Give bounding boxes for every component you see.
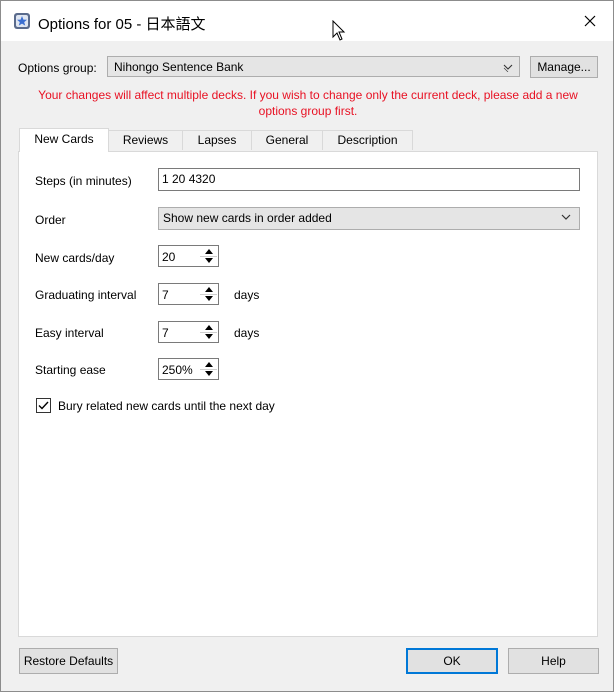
starting-ease-value: 250% (162, 363, 193, 377)
chevron-down-icon (503, 64, 513, 72)
options-group-select[interactable]: Nihongo Sentence Bank (107, 56, 520, 77)
starting-ease-label: Starting ease (35, 363, 106, 377)
close-button[interactable] (573, 7, 607, 35)
easy-interval-unit: days (234, 326, 260, 340)
options-dialog: Options for 05 - 日本語文 Options group: Nih… (0, 0, 614, 692)
new-cards-per-day-label: New cards/day (35, 251, 115, 265)
graduating-interval-unit: days (234, 288, 260, 302)
restore-defaults-button[interactable]: Restore Defaults (19, 648, 118, 674)
graduating-interval-value: 7 (162, 288, 169, 302)
tab-reviews[interactable]: Reviews (108, 130, 183, 150)
easy-interval-value: 7 (162, 326, 169, 340)
manage-button[interactable]: Manage... (530, 56, 598, 78)
order-label: Order (35, 213, 66, 227)
starting-ease-spinbox[interactable]: 250% (158, 358, 219, 380)
ok-button[interactable]: OK (406, 648, 498, 674)
mouse-cursor-icon (332, 20, 346, 41)
order-select[interactable]: Show new cards in order added (158, 207, 580, 230)
graduating-interval-spinbox[interactable]: 7 (158, 283, 219, 305)
anki-app-icon (14, 13, 30, 29)
graduating-interval-label: Graduating interval (35, 288, 137, 302)
window-title: Options for 05 - 日本語文 (38, 16, 206, 33)
chevron-down-icon (561, 214, 571, 220)
new-cards-per-day-value: 20 (162, 250, 176, 264)
arrow-down-icon (204, 258, 213, 263)
tab-general[interactable]: General (251, 130, 323, 150)
arrow-down-icon (204, 296, 213, 301)
new-cards-panel: Steps (in minutes) 1 20 4320 Order Show … (18, 151, 598, 637)
arrow-up-icon (204, 287, 213, 292)
options-group-value: Nihongo Sentence Bank (114, 60, 244, 74)
spin-down-button[interactable] (200, 256, 217, 265)
checkmark-icon (38, 401, 49, 410)
bury-related-checkbox[interactable] (36, 398, 51, 413)
steps-input[interactable]: 1 20 4320 (158, 168, 580, 191)
arrow-down-icon (204, 334, 213, 339)
arrow-down-icon (204, 371, 213, 376)
order-value: Show new cards in order added (163, 211, 332, 225)
arrow-up-icon (204, 362, 213, 367)
arrow-up-icon (204, 325, 213, 330)
spin-down-button[interactable] (200, 332, 217, 341)
spin-down-button[interactable] (200, 294, 217, 303)
tab-new-cards[interactable]: New Cards (19, 128, 109, 152)
new-cards-per-day-spinbox[interactable]: 20 (158, 245, 219, 267)
help-button[interactable]: Help (508, 648, 599, 674)
easy-interval-label: Easy interval (35, 326, 104, 340)
title-bar: Options for 05 - 日本語文 (1, 1, 613, 41)
bury-related-label: Bury related new cards until the next da… (58, 399, 275, 413)
spin-down-button[interactable] (200, 369, 217, 378)
arrow-up-icon (204, 249, 213, 254)
easy-interval-spinbox[interactable]: 7 (158, 321, 219, 343)
multiple-decks-warning: Your changes will affect multiple decks.… (38, 88, 578, 118)
options-group-label: Options group: (18, 61, 97, 75)
tab-description[interactable]: Description (322, 130, 413, 150)
steps-label: Steps (in minutes) (35, 174, 132, 188)
close-icon (584, 15, 596, 27)
tab-lapses[interactable]: Lapses (182, 130, 252, 150)
